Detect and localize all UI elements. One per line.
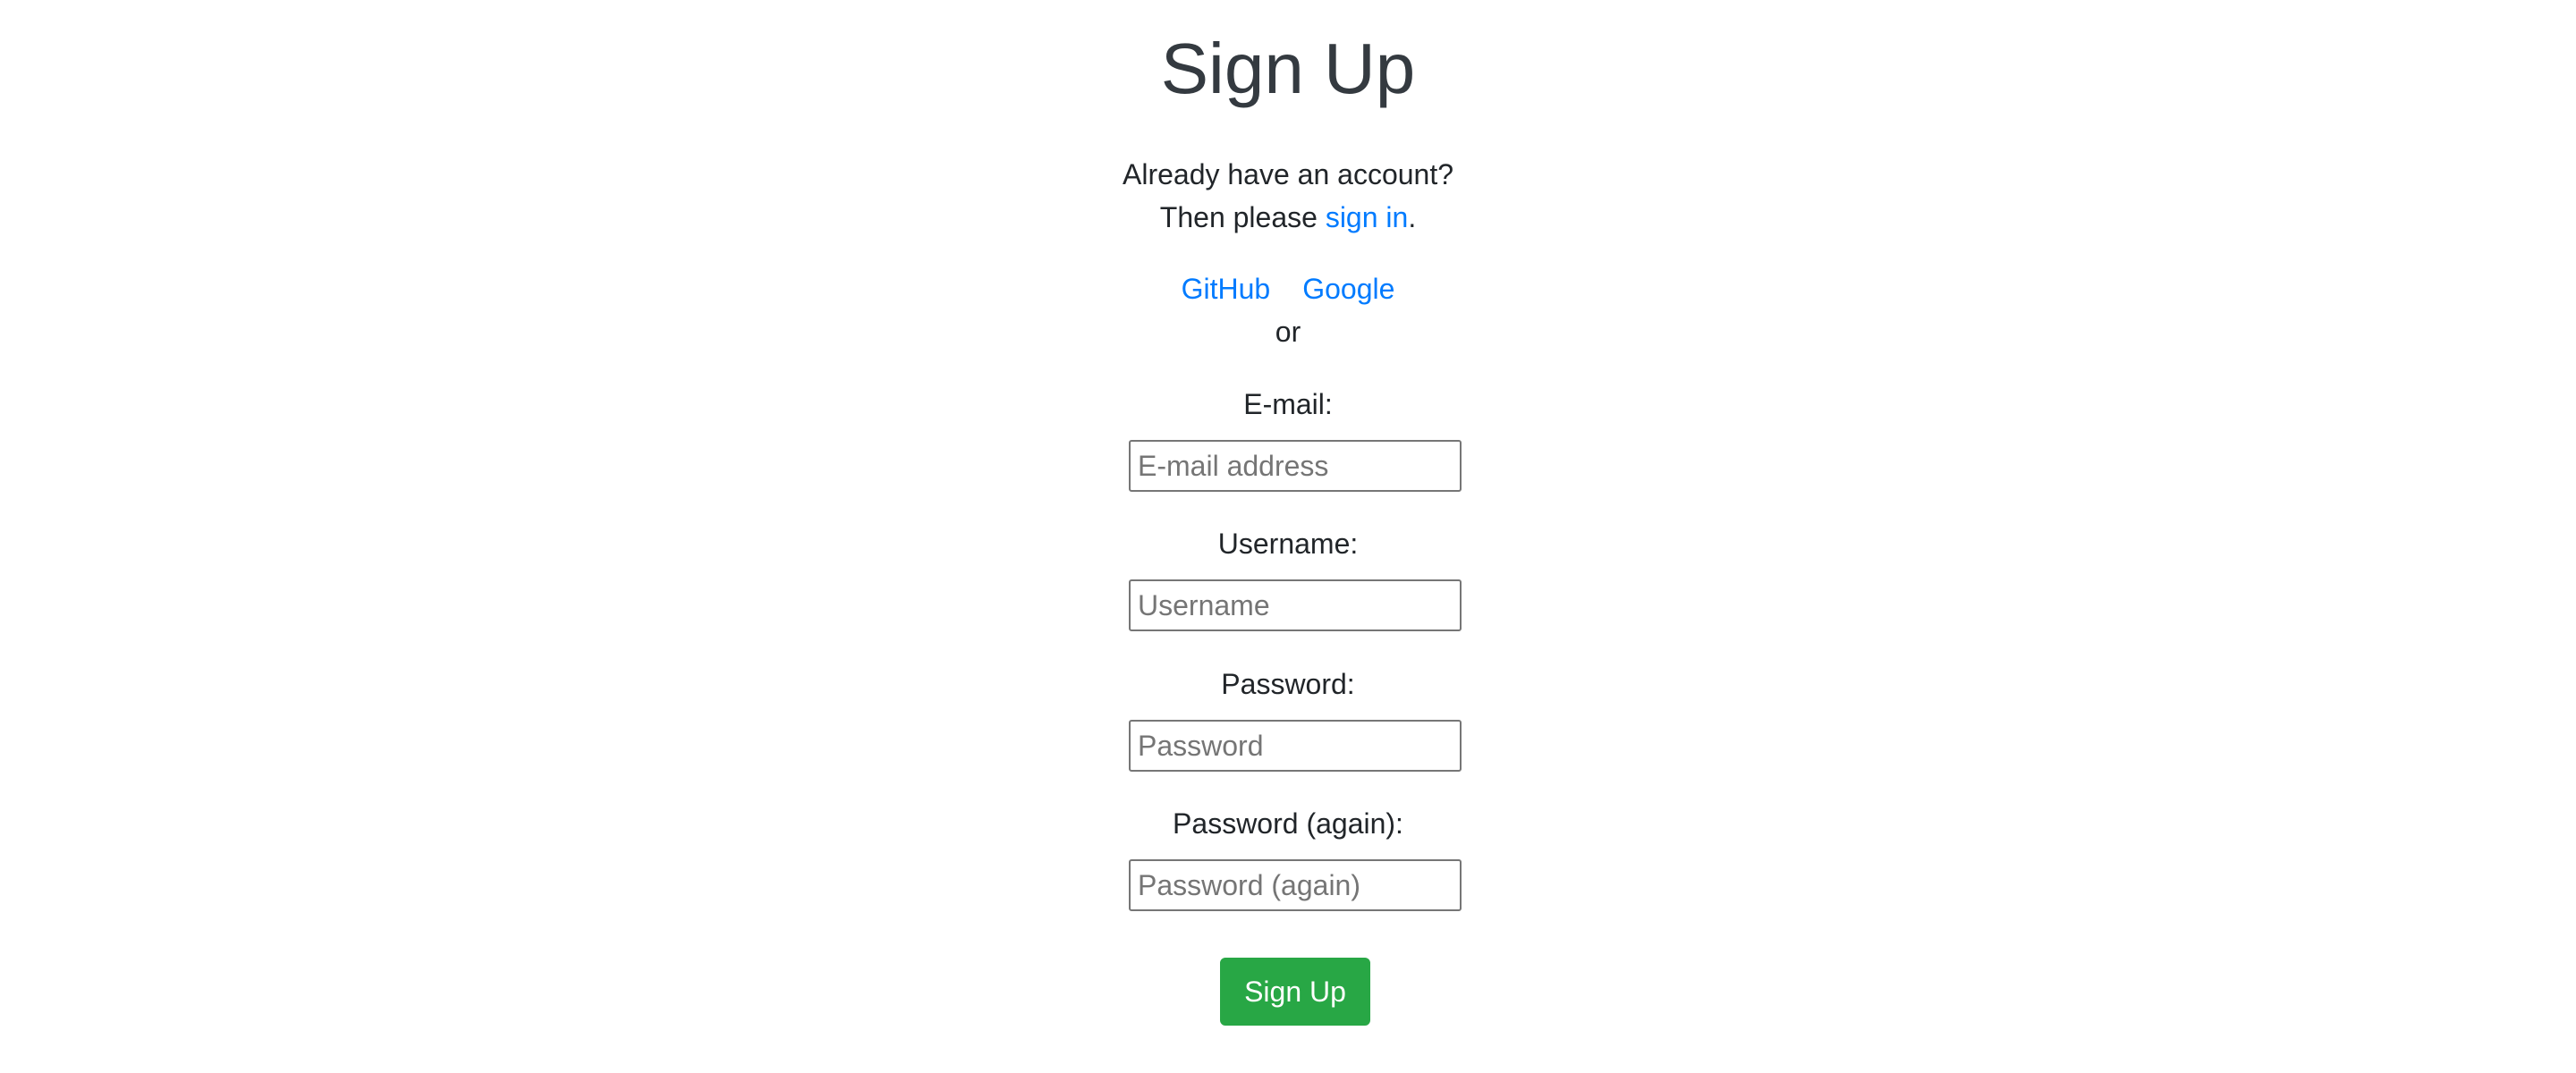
- account-prompt: Already have an account?: [1122, 158, 1454, 190]
- password-again-label: Password (again):: [1173, 807, 1403, 840]
- password-again-field[interactable]: [1129, 859, 1462, 911]
- social-login-links: GitHub Google: [0, 267, 2576, 310]
- signup-page: Sign Up Already have an account? Then pl…: [0, 0, 2576, 1073]
- github-login-link[interactable]: GitHub: [1182, 273, 1271, 305]
- password-field[interactable]: [1129, 720, 1462, 772]
- page-title: Sign Up: [1160, 29, 1416, 108]
- signin-prompt-prefix: Then please: [1159, 201, 1326, 233]
- signin-prompt-suffix: .: [1408, 201, 1417, 233]
- signin-link[interactable]: sign in: [1326, 201, 1409, 233]
- signin-prompt: Then please sign in.: [0, 196, 2576, 239]
- password-label: Password:: [1221, 668, 1355, 700]
- username-field[interactable]: [1129, 579, 1462, 631]
- email-label: E-mail:: [1243, 388, 1333, 420]
- username-label: Username:: [1217, 528, 1359, 560]
- email-field[interactable]: [1129, 440, 1462, 492]
- google-login-link[interactable]: Google: [1302, 273, 1394, 305]
- signup-button[interactable]: Sign Up: [1220, 958, 1370, 1026]
- or-separator: or: [1275, 316, 1301, 348]
